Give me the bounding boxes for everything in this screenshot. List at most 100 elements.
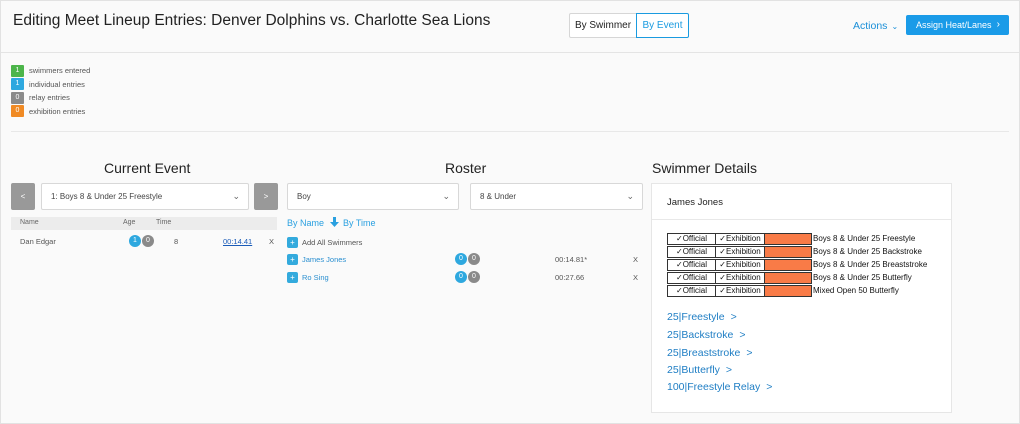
relay-count-badge: 0 — [142, 235, 154, 247]
entry-time-cell[interactable] — [764, 272, 812, 284]
section-divider — [11, 131, 1009, 132]
actions-label: Actions — [853, 20, 888, 32]
exhibition-checkbox[interactable]: ✓Exhibition — [715, 285, 765, 297]
entry-event-name: Boys 8 & Under 25 Breaststroke — [813, 260, 928, 269]
individual-count-badge: 1 — [129, 235, 141, 247]
age-group-select-value: 8 & Under — [480, 192, 517, 201]
event-select[interactable]: 1: Boys 8 & Under 25 Freestyle ⌄ — [41, 183, 249, 210]
sort-by-time-link[interactable]: By Time — [343, 218, 376, 228]
swimmer-details-panel: James Jones ✓Official ✓Exhibition Boys 8… — [651, 183, 952, 413]
sort-controls: By Name By Time — [287, 217, 376, 229]
chevron-right-icon: > — [746, 347, 753, 359]
event-group-label: 25|Freestyle — [667, 311, 725, 323]
relay-count-badge: 0 — [468, 271, 480, 283]
official-checkbox[interactable]: ✓Official — [667, 259, 716, 271]
official-checkbox[interactable]: ✓Official — [667, 233, 716, 245]
view-by-swimmer-button[interactable]: By Swimmer — [569, 13, 637, 38]
assign-heat-lanes-button[interactable]: Assign Heat/Lanes › — [906, 15, 1009, 35]
entry-event-name: Mixed Open 50 Butterfly — [813, 286, 899, 295]
event-group-label: 25|Backstroke — [667, 329, 734, 341]
column-header-time: Time — [156, 219, 172, 226]
details-divider — [652, 219, 951, 220]
entry-time-cell[interactable] — [764, 233, 812, 245]
column-header-name: Name — [20, 219, 39, 226]
legend-item: 0 exhibition entries — [11, 105, 90, 119]
count-badge: 1 — [11, 64, 24, 77]
plus-icon: + — [287, 237, 298, 248]
add-all-swimmers-row[interactable]: + Add All Swimmers — [287, 235, 643, 251]
event-group-label: 100|Freestyle Relay — [667, 381, 761, 393]
entry-time-cell[interactable] — [764, 285, 812, 297]
current-event-title: Current Event — [104, 160, 191, 176]
add-all-swimmers-label: Add All Swimmers — [302, 238, 363, 247]
add-swimmer-button[interactable]: + — [287, 272, 298, 283]
entry-time-cell[interactable] — [764, 259, 812, 271]
app-window: Editing Meet Lineup Entries: Denver Dolp… — [0, 0, 1020, 424]
sort-by-name-link[interactable]: By Name — [287, 218, 324, 228]
event-group-link[interactable]: 25|Backstroke > — [667, 329, 745, 341]
legend-label: relay entries — [29, 93, 70, 103]
legend-label: individual entries — [29, 79, 85, 89]
swimmer-name: Dan Edgar — [20, 237, 56, 246]
legend-item: 1 individual entries — [11, 78, 90, 92]
age-group-select[interactable]: 8 & Under ⌄ — [470, 183, 643, 210]
event-group-label: 25|Butterfly — [667, 364, 720, 376]
remove-entry-button[interactable]: X — [269, 237, 274, 246]
view-by-event-button[interactable]: By Event — [636, 13, 689, 38]
event-group-label: 25|Breaststroke — [667, 347, 741, 359]
chevron-down-icon: ⌄ — [891, 22, 899, 31]
best-time: 00:27.66 — [555, 273, 585, 282]
arrow-down-icon — [329, 217, 339, 229]
legend-label: swimmers entered — [29, 66, 91, 76]
legend-item: 0 relay entries — [11, 91, 90, 105]
official-checkbox[interactable]: ✓Official — [667, 272, 716, 284]
actions-menu[interactable]: Actions ⌄ — [853, 20, 898, 32]
chevron-right-icon: > — [730, 311, 737, 323]
swimmer-age: 8 — [174, 237, 179, 246]
remove-swimmer-button[interactable]: X — [633, 273, 638, 282]
legend-item: 1 swimmers entered — [11, 64, 90, 78]
event-group-link[interactable]: 25|Breaststroke > — [667, 347, 753, 359]
entries-table-header: Name Age Time — [11, 217, 277, 230]
table-row: Dan Edgar 1 0 8 00:14.41 X — [11, 233, 277, 249]
roster-title: Roster — [445, 160, 487, 176]
event-group-link[interactable]: 100|Freestyle Relay > — [667, 381, 772, 393]
next-event-button[interactable]: > — [254, 183, 278, 210]
entry-time-link[interactable]: 00:14.41 — [223, 237, 252, 246]
count-badge: 0 — [11, 105, 24, 118]
official-checkbox[interactable]: ✓Official — [667, 285, 716, 297]
entry-event-name: Boys 8 & Under 25 Butterfly — [813, 273, 912, 282]
previous-event-button[interactable]: < — [11, 183, 35, 210]
event-group-link[interactable]: 25|Butterfly > — [667, 364, 732, 376]
chevron-right-icon: › — [996, 19, 1000, 30]
chevron-down-icon: ⌄ — [626, 191, 634, 201]
column-header-age: Age — [123, 219, 136, 226]
individual-count-badge: 0 — [455, 253, 467, 265]
swimmer-details-title: Swimmer Details — [652, 160, 758, 176]
legend-label: exhibition entries — [29, 106, 86, 116]
exhibition-checkbox[interactable]: ✓Exhibition — [715, 233, 765, 245]
gender-select[interactable]: Boy ⌄ — [287, 183, 459, 210]
entry-time-cell[interactable] — [764, 246, 812, 258]
event-group-link[interactable]: 25|Freestyle > — [667, 311, 737, 323]
list-item: + Ro Sing 0 0 00:27.66 X — [287, 270, 643, 286]
selected-swimmer-name: James Jones — [667, 197, 723, 208]
entry-event-name: Boys 8 & Under 25 Backstroke — [813, 247, 922, 256]
count-badge: 1 — [11, 78, 24, 91]
best-time: 00:14.81* — [555, 255, 588, 264]
swimmer-name-link[interactable]: James Jones — [302, 255, 346, 264]
exhibition-checkbox[interactable]: ✓Exhibition — [715, 259, 765, 271]
add-swimmer-button[interactable]: + — [287, 254, 298, 265]
exhibition-checkbox[interactable]: ✓Exhibition — [715, 246, 765, 258]
remove-swimmer-button[interactable]: X — [633, 255, 638, 264]
official-checkbox[interactable]: ✓Official — [667, 246, 716, 258]
chevron-down-icon: ⌄ — [232, 191, 240, 201]
count-badge: 0 — [11, 91, 24, 104]
exhibition-checkbox[interactable]: ✓Exhibition — [715, 272, 765, 284]
relay-count-badge: 0 — [468, 253, 480, 265]
page-header: Editing Meet Lineup Entries: Denver Dolp… — [1, 1, 1019, 53]
assign-label: Assign Heat/Lanes — [916, 20, 992, 30]
event-select-value: 1: Boys 8 & Under 25 Freestyle — [51, 192, 163, 201]
swimmer-name-link[interactable]: Ro Sing — [302, 273, 329, 282]
chevron-right-icon: > — [739, 329, 746, 341]
